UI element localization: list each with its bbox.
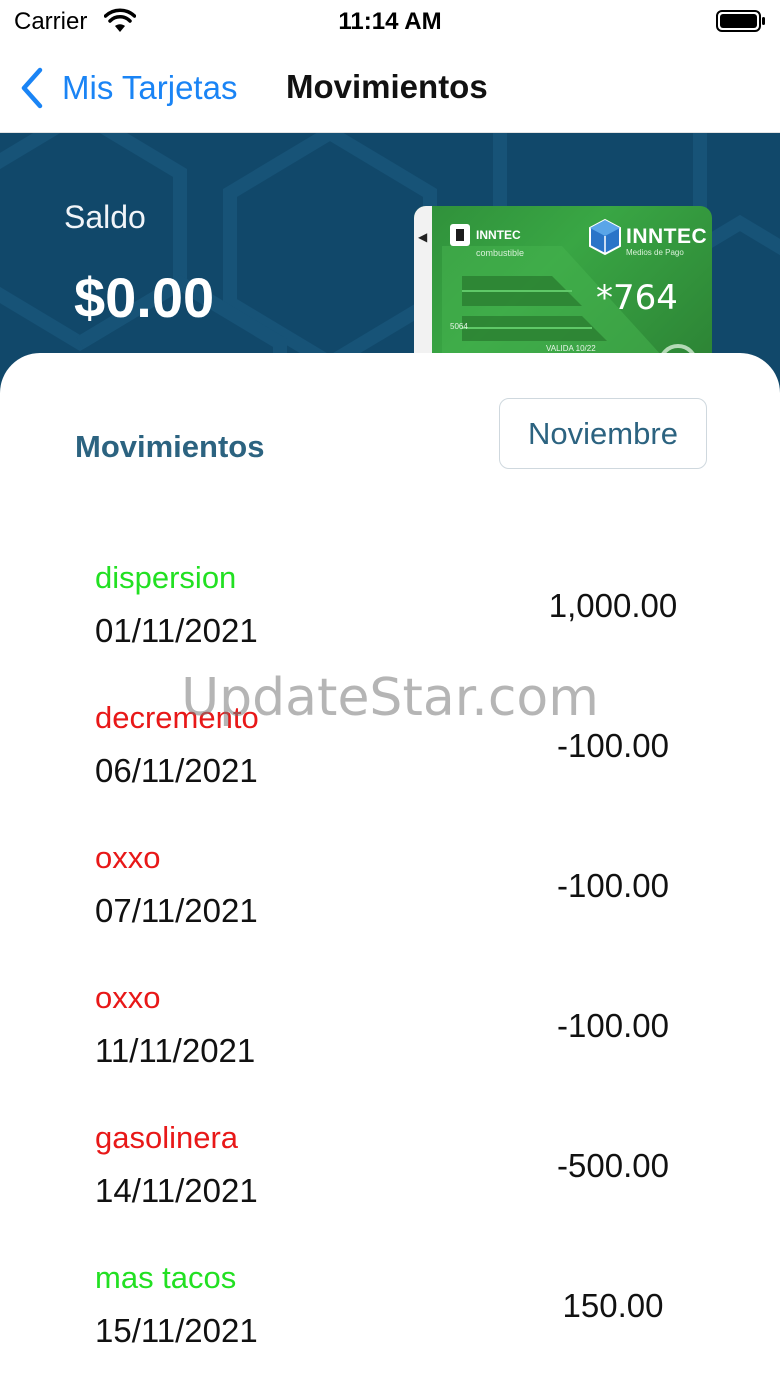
movement-date: 14/11/2021 [95, 1172, 258, 1209]
card-brand-left: INNTEC [476, 228, 521, 242]
list-item[interactable]: oxxo 07/11/2021 -100.00 [0, 819, 780, 959]
back-label: Mis Tarjetas [62, 69, 238, 106]
card-brand-right: INNTEC [626, 225, 708, 248]
movement-concept: oxxo [95, 980, 161, 1015]
cube-logo-icon [589, 218, 621, 256]
movement-date: 07/11/2021 [95, 892, 258, 929]
list-item[interactable]: oxxo 11/11/2021 -100.00 [0, 959, 780, 1099]
list-item[interactable]: gasolinera 14/11/2021 -500.00 [0, 1099, 780, 1239]
page-title: Movimientos [286, 68, 488, 105]
movement-amount: -100.00 [557, 867, 669, 904]
movement-amount: 1,000.00 [548, 587, 678, 624]
movement-date: 01/11/2021 [95, 612, 258, 649]
movement-date: 15/11/2021 [95, 1312, 258, 1349]
card-number: *764 [596, 278, 678, 318]
movement-amount: -100.00 [557, 727, 669, 764]
movement-concept: gasolinera [95, 1120, 239, 1155]
chevron-left-icon [21, 67, 43, 109]
movement-concept: dispersion [95, 560, 237, 595]
movements-sheet: Movimientos Noviembre dispersion 01/11/2… [0, 353, 780, 1387]
list-item[interactable]: dispersion 01/11/2021 1,000.00 [0, 539, 780, 679]
movement-amount: 150.00 [562, 1287, 664, 1324]
section-title: Movimientos [75, 429, 265, 464]
clock: 11:14 AM [338, 8, 442, 35]
movement-amount: -500.00 [557, 1147, 669, 1184]
balance-amount: $0.00 [74, 266, 215, 329]
month-selector-button[interactable]: Noviembre [499, 398, 707, 469]
movement-amount: -100.00 [557, 1007, 669, 1044]
balance-label: Saldo [64, 199, 146, 235]
movement-date: 06/11/2021 [95, 752, 258, 789]
card-brand-left-sub: combustible [476, 248, 525, 258]
status-bar: Carrier 11:14 AM [0, 0, 780, 44]
movement-date: 11/11/2021 [95, 1032, 256, 1069]
arrow-left-icon: ◀ [418, 230, 428, 244]
movement-concept: decremento [95, 700, 259, 735]
card-logo-left: INNTEC combustible [450, 224, 524, 258]
inntec-logo-icon [450, 224, 470, 246]
battery-icon [716, 10, 765, 32]
navigation-bar: Mis Tarjetas Movimientos [0, 44, 780, 133]
movement-concept: mas tacos [95, 1260, 237, 1295]
list-item[interactable]: decremento 06/11/2021 -100.00 [0, 679, 780, 819]
card-valid-label: VALIDA 10/22 [546, 344, 596, 353]
card-brand-tag: Medios de Pago [626, 248, 684, 257]
card-small-digits: 5064 [450, 322, 468, 331]
back-button[interactable]: Mis Tarjetas [18, 66, 237, 110]
movement-concept: oxxo [95, 840, 161, 875]
list-item[interactable]: mas tacos 15/11/2021 150.00 [0, 1239, 780, 1379]
